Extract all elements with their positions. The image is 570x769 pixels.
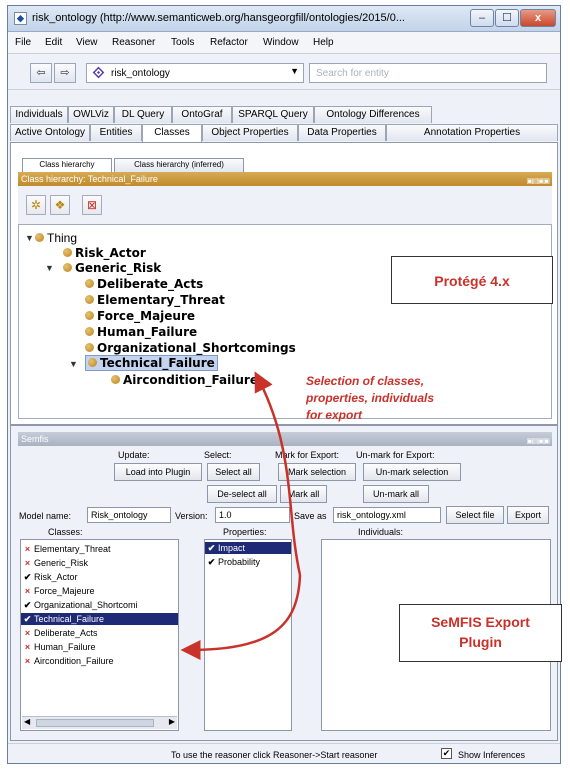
tab-classes[interactable]: Classes [142, 124, 202, 142]
annotation-arrows [180, 371, 302, 660]
arrow-to-list [180, 574, 302, 660]
arrow-to-tree [254, 371, 302, 576]
